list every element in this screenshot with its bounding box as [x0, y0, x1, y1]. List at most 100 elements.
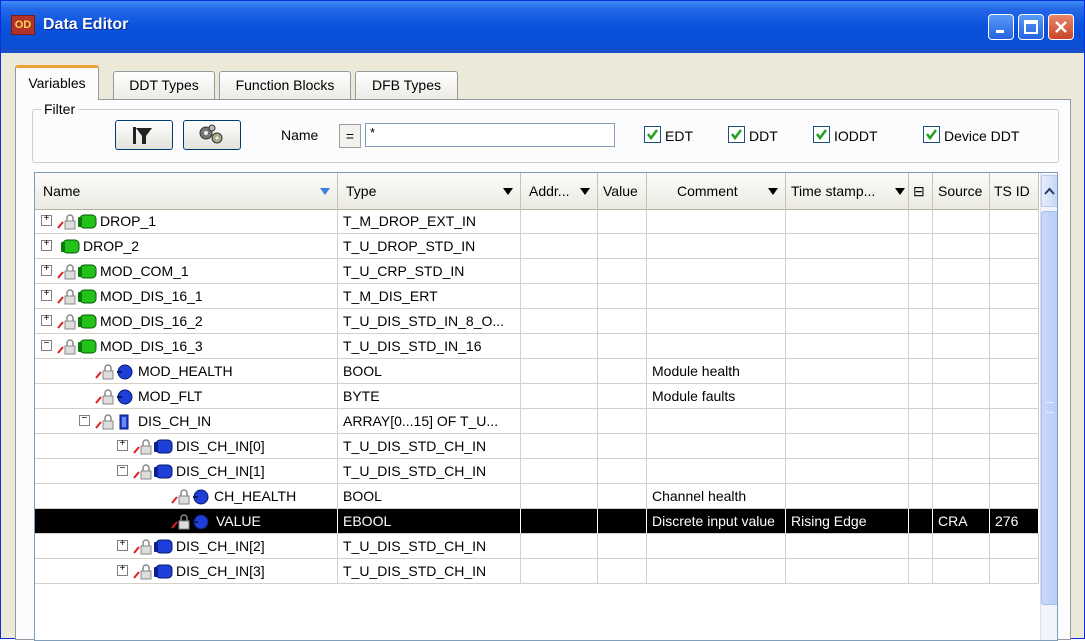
spacer-cell[interactable] — [909, 459, 933, 483]
value-cell[interactable] — [598, 384, 647, 408]
spacer-cell[interactable] — [909, 309, 933, 333]
ts-id-cell[interactable] — [990, 259, 1039, 283]
source-cell[interactable] — [933, 434, 990, 458]
address-cell[interactable] — [521, 509, 598, 533]
type-cell[interactable]: T_U_DIS_STD_CH_IN — [338, 559, 521, 583]
value-cell[interactable] — [598, 559, 647, 583]
spacer-cell[interactable] — [909, 434, 933, 458]
address-cell[interactable] — [521, 409, 598, 433]
ts-id-cell[interactable] — [990, 209, 1039, 233]
address-cell[interactable] — [521, 434, 598, 458]
tab-dfb-types[interactable]: DFB Types — [355, 71, 458, 99]
column-header-address[interactable]: Addr... — [521, 173, 598, 209]
address-cell[interactable] — [521, 334, 598, 358]
type-cell[interactable]: T_U_DIS_STD_IN_8_O... — [338, 309, 521, 333]
name-cell[interactable]: − DIS_CH_IN — [35, 409, 338, 433]
comment-cell[interactable] — [647, 534, 786, 558]
value-cell[interactable] — [598, 259, 647, 283]
spacer-cell[interactable] — [909, 534, 933, 558]
spacer-cell[interactable] — [909, 484, 933, 508]
name-cell[interactable]: MOD_FLT — [35, 384, 338, 408]
minimize-button[interactable] — [988, 14, 1014, 40]
spacer-cell[interactable] — [909, 209, 933, 233]
timestamp-cell[interactable] — [786, 209, 909, 233]
comment-cell[interactable]: Channel health — [647, 484, 786, 508]
type-cell[interactable]: T_M_DIS_ERT — [338, 284, 521, 308]
value-cell[interactable] — [598, 484, 647, 508]
timestamp-cell[interactable] — [786, 259, 909, 283]
ts-id-cell[interactable] — [990, 309, 1039, 333]
tab-function-blocks[interactable]: Function Blocks — [219, 71, 351, 99]
address-cell[interactable] — [521, 284, 598, 308]
timestamp-cell[interactable] — [786, 359, 909, 383]
expand-icon[interactable]: + — [41, 315, 52, 326]
name-cell[interactable]: + DIS_CH_IN[0] — [35, 434, 338, 458]
timestamp-cell[interactable] — [786, 334, 909, 358]
column-header-name[interactable]: Name — [35, 173, 338, 209]
value-cell[interactable] — [598, 209, 647, 233]
ts-id-cell[interactable] — [990, 384, 1039, 408]
timestamp-cell[interactable] — [786, 409, 909, 433]
value-cell[interactable] — [598, 409, 647, 433]
operator-button[interactable]: = — [339, 124, 361, 148]
type-cell[interactable]: T_U_DIS_STD_CH_IN — [338, 534, 521, 558]
comment-cell[interactable] — [647, 434, 786, 458]
ts-id-cell[interactable] — [990, 434, 1039, 458]
table-row[interactable]: − DIS_CH_IN ARRAY[0...15] OF T_U... — [35, 409, 1039, 434]
address-cell[interactable] — [521, 209, 598, 233]
expand-icon[interactable]: + — [41, 265, 52, 276]
ddt-checkbox[interactable]: DDT — [728, 126, 778, 146]
table-row[interactable]: + DIS_CH_IN[3] T_U_DIS_STD_CH_IN — [35, 559, 1039, 584]
value-cell[interactable] — [598, 459, 647, 483]
table-row[interactable]: MOD_FLT BYTE Module faults — [35, 384, 1039, 409]
timestamp-cell[interactable] — [786, 384, 909, 408]
comment-cell[interactable] — [647, 259, 786, 283]
maximize-button[interactable] — [1018, 14, 1044, 40]
comment-cell[interactable] — [647, 459, 786, 483]
source-cell[interactable] — [933, 209, 990, 233]
close-button[interactable] — [1048, 14, 1074, 40]
name-cell[interactable]: + MOD_DIS_16_2 — [35, 309, 338, 333]
title-bar[interactable]: OD Data Editor — [1, 1, 1084, 53]
timestamp-cell[interactable] — [786, 484, 909, 508]
comment-cell[interactable] — [647, 234, 786, 258]
name-cell[interactable]: + MOD_COM_1 — [35, 259, 338, 283]
address-cell[interactable] — [521, 459, 598, 483]
comment-cell[interactable] — [647, 409, 786, 433]
column-header-ts-id[interactable]: TS ID — [990, 173, 1039, 209]
type-cell[interactable]: BOOL — [338, 359, 521, 383]
timestamp-cell[interactable] — [786, 309, 909, 333]
ts-id-cell[interactable] — [990, 284, 1039, 308]
ts-id-cell[interactable] — [990, 409, 1039, 433]
timestamp-cell[interactable]: Rising Edge — [786, 509, 909, 533]
table-row[interactable]: + MOD_DIS_16_2 T_U_DIS_STD_IN_8_O... — [35, 309, 1039, 334]
type-cell[interactable]: T_M_DROP_EXT_IN — [338, 209, 521, 233]
type-cell[interactable]: ARRAY[0...15] OF T_U... — [338, 409, 521, 433]
source-cell[interactable] — [933, 359, 990, 383]
table-row[interactable]: − MOD_DIS_16_3 T_U_DIS_STD_IN_16 — [35, 334, 1039, 359]
table-row[interactable]: CH_HEALTH BOOL Channel health — [35, 484, 1039, 509]
source-cell[interactable] — [933, 309, 990, 333]
source-cell[interactable] — [933, 284, 990, 308]
name-cell[interactable]: − DIS_CH_IN[1] — [35, 459, 338, 483]
expand-icon[interactable]: + — [41, 240, 52, 251]
source-cell[interactable] — [933, 459, 990, 483]
address-cell[interactable] — [521, 259, 598, 283]
spacer-cell[interactable] — [909, 559, 933, 583]
source-cell[interactable] — [933, 534, 990, 558]
ts-id-cell[interactable] — [990, 334, 1039, 358]
ts-id-cell[interactable] — [990, 484, 1039, 508]
type-cell[interactable]: BOOL — [338, 484, 521, 508]
value-cell[interactable] — [598, 359, 647, 383]
table-row[interactable]: + DIS_CH_IN[0] T_U_DIS_STD_CH_IN — [35, 434, 1039, 459]
timestamp-cell[interactable] — [786, 534, 909, 558]
value-cell[interactable] — [598, 509, 647, 533]
comment-cell[interactable] — [647, 309, 786, 333]
spacer-cell[interactable] — [909, 284, 933, 308]
comment-cell[interactable]: Discrete input value — [647, 509, 786, 533]
address-cell[interactable] — [521, 234, 598, 258]
scroll-thumb[interactable] — [1041, 211, 1057, 605]
source-cell[interactable] — [933, 409, 990, 433]
vertical-scrollbar[interactable] — [1040, 173, 1057, 640]
table-row[interactable]: + DROP_2 T_U_DROP_STD_IN — [35, 234, 1039, 259]
